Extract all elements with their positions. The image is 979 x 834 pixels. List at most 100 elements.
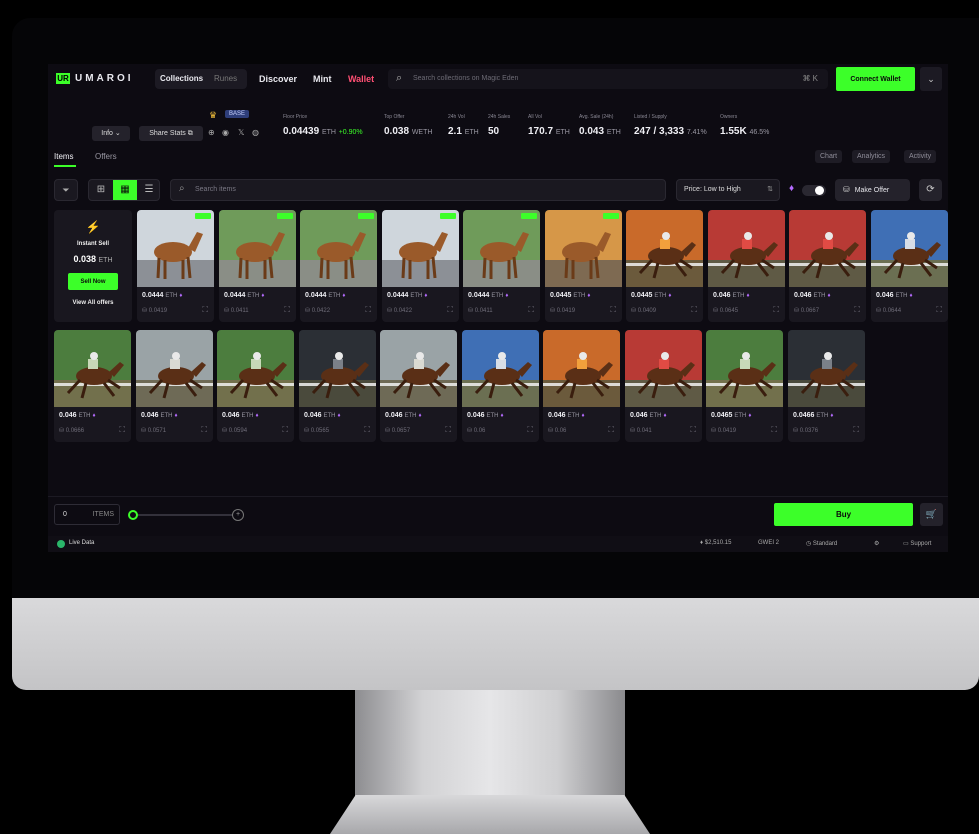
horse-image[interactable]	[380, 330, 457, 407]
connect-wallet-button[interactable]: Connect Wallet	[836, 67, 915, 91]
add-to-cart-icon[interactable]: ⛶	[365, 305, 371, 315]
x-icon[interactable]: 𝕏	[238, 128, 244, 137]
add-to-cart-icon[interactable]: ⛶	[773, 305, 779, 315]
horse-image[interactable]	[463, 210, 540, 287]
nav-runes[interactable]: Runes	[214, 74, 237, 83]
horse-image[interactable]	[788, 330, 865, 407]
share-stats-button[interactable]: Share Stats ⧉	[139, 126, 203, 141]
add-to-cart-icon[interactable]: ⛶	[364, 425, 370, 435]
horse-image[interactable]	[625, 330, 702, 407]
sort-select[interactable]: Price: Low to High ⇅	[676, 179, 780, 201]
horse-image[interactable]	[626, 210, 703, 287]
slider-handle[interactable]	[128, 510, 138, 520]
nft-card[interactable]: 0.046 ETH ♦ ⛁ 0.06 ⛶	[543, 330, 620, 442]
view-all-offers-link[interactable]: View All offers	[54, 300, 132, 306]
add-to-cart-icon[interactable]: ⛶	[936, 305, 942, 315]
add-to-cart-icon[interactable]: ⛶	[853, 425, 859, 435]
horse-image[interactable]	[871, 210, 948, 287]
nav-collections[interactable]: Collections	[160, 74, 203, 83]
info-button[interactable]: Info ⌄	[92, 126, 130, 141]
gem-toggle[interactable]	[802, 185, 826, 196]
grid-small-icon[interactable]: ▦	[113, 180, 137, 200]
nft-card[interactable]: 0.046 ETH ♦ ⛁ 0.0594 ⛶	[217, 330, 294, 442]
nft-card[interactable]: 0.046 ETH ♦ ⛁ 0.041 ⛶	[625, 330, 702, 442]
nft-card[interactable]: 0.046 ETH ♦ ⛁ 0.0667 ⛶	[789, 210, 866, 322]
logo[interactable]: UR UMAROI	[56, 73, 134, 84]
tab-chart[interactable]: Chart	[815, 150, 843, 163]
nft-card[interactable]: 0.046 ETH ♦ ⛁ 0.0657 ⛶	[380, 330, 457, 442]
sell-now-button[interactable]: Sell Now	[68, 273, 118, 290]
sweep-slider[interactable]	[132, 514, 232, 516]
horse-image[interactable]	[54, 330, 131, 407]
plus-icon[interactable]: +	[232, 509, 244, 521]
add-to-cart-icon[interactable]: ⛶	[202, 305, 208, 315]
nav-wallet[interactable]: Wallet	[348, 74, 374, 84]
horse-image[interactable]	[299, 330, 376, 407]
add-to-cart-icon[interactable]: ⛶	[691, 305, 697, 315]
add-to-cart-icon[interactable]: ⛶	[282, 425, 288, 435]
mode-selector[interactable]: ◷ Standard	[806, 540, 837, 547]
horse-image[interactable]	[789, 210, 866, 287]
quantity-input[interactable]: 0 ITEMS	[54, 504, 120, 525]
add-to-cart-icon[interactable]: ⛶	[447, 305, 453, 315]
nft-card[interactable]: 0.046 ETH ♦ ⛁ 0.0571 ⛶	[136, 330, 213, 442]
buy-button[interactable]: Buy	[774, 503, 913, 526]
nft-card[interactable]: 0.046 ETH ♦ ⛁ 0.0645 ⛶	[708, 210, 785, 322]
nft-card[interactable]: 0.0444 ETH ♦ ⛁ 0.0411 ⛶	[463, 210, 540, 322]
tab-items[interactable]: Items	[54, 152, 74, 161]
horse-image[interactable]	[545, 210, 622, 287]
nav-discover[interactable]: Discover	[259, 74, 297, 84]
collection-search[interactable]: ⌕ Search collections on Magic Eden ⌘ K	[388, 69, 828, 89]
nav-mint[interactable]: Mint	[313, 74, 332, 84]
nft-card[interactable]: 0.0444 ETH ♦ ⛁ 0.0419 ⛶	[137, 210, 214, 322]
horse-image[interactable]	[217, 330, 294, 407]
add-to-cart-icon[interactable]: ⛶	[610, 305, 616, 315]
nft-card[interactable]: 0.046 ETH ♦ ⛁ 0.0644 ⛶	[871, 210, 948, 322]
nft-card[interactable]: 0.046 ETH ♦ ⛁ 0.0565 ⛶	[299, 330, 376, 442]
nft-card[interactable]: 0.0465 ETH ♦ ⛁ 0.0419 ⛶	[706, 330, 783, 442]
list-icon[interactable]: ☰	[137, 180, 161, 200]
add-to-cart-icon[interactable]: ⛶	[528, 305, 534, 315]
nft-card[interactable]: 0.0444 ETH ♦ ⛁ 0.0422 ⛶	[382, 210, 459, 322]
cart-icon[interactable]: 🛒	[920, 503, 943, 526]
globe-icon[interactable]: ⊕	[208, 128, 215, 137]
settings-icon[interactable]: ⚙	[874, 540, 879, 547]
horse-image[interactable]	[300, 210, 377, 287]
grid-large-icon[interactable]: ⊞	[89, 180, 113, 200]
support-link[interactable]: ▭ Support	[903, 540, 931, 547]
add-to-cart-icon[interactable]: ⛶	[527, 425, 533, 435]
add-to-cart-icon[interactable]: ⛶	[854, 305, 860, 315]
add-to-cart-icon[interactable]: ⛶	[690, 425, 696, 435]
nft-card[interactable]: 0.046 ETH ♦ ⛁ 0.06 ⛶	[462, 330, 539, 442]
horse-image[interactable]	[543, 330, 620, 407]
nft-card[interactable]: 0.0466 ETH ♦ ⛁ 0.0376 ⛶	[788, 330, 865, 442]
horse-image[interactable]	[708, 210, 785, 287]
discord-icon[interactable]: ◉	[222, 128, 229, 137]
add-to-cart-icon[interactable]: ⛶	[771, 425, 777, 435]
refresh-icon[interactable]: ⟳	[919, 179, 942, 201]
make-offer-button[interactable]: ⛁ Make Offer	[835, 179, 910, 201]
horse-image[interactable]	[462, 330, 539, 407]
add-to-cart-icon[interactable]: ⛶	[445, 425, 451, 435]
horse-image[interactable]	[382, 210, 459, 287]
opensea-icon[interactable]: ◍	[252, 128, 259, 137]
filter-icon[interactable]: ⏷	[54, 179, 78, 201]
add-to-cart-icon[interactable]: ⛶	[119, 425, 125, 435]
tab-activity[interactable]: Activity	[904, 150, 937, 163]
nft-card[interactable]: 0.0444 ETH ♦ ⛁ 0.0411 ⛶	[219, 210, 296, 322]
horse-image[interactable]	[706, 330, 783, 407]
horse-image[interactable]	[137, 210, 214, 287]
horse-image[interactable]	[136, 330, 213, 407]
chevron-down-icon[interactable]: ⌄	[920, 67, 942, 91]
add-to-cart-icon[interactable]: ⛶	[284, 305, 290, 315]
tab-offers[interactable]: Offers	[95, 152, 117, 161]
nft-card[interactable]: 0.0445 ETH ♦ ⛁ 0.0409 ⛶	[626, 210, 703, 322]
item-search-input[interactable]: ⌕ Search items	[170, 179, 666, 201]
nft-card[interactable]: 0.0445 ETH ♦ ⛁ 0.0419 ⛶	[545, 210, 622, 322]
nft-card[interactable]: 0.0444 ETH ♦ ⛁ 0.0422 ⛶	[300, 210, 377, 322]
nft-card[interactable]: 0.046 ETH ♦ ⛁ 0.0666 ⛶	[54, 330, 131, 442]
horse-image[interactable]	[219, 210, 296, 287]
add-to-cart-icon[interactable]: ⛶	[201, 425, 207, 435]
add-to-cart-icon[interactable]: ⛶	[608, 425, 614, 435]
tab-analytics[interactable]: Analytics	[852, 150, 891, 163]
